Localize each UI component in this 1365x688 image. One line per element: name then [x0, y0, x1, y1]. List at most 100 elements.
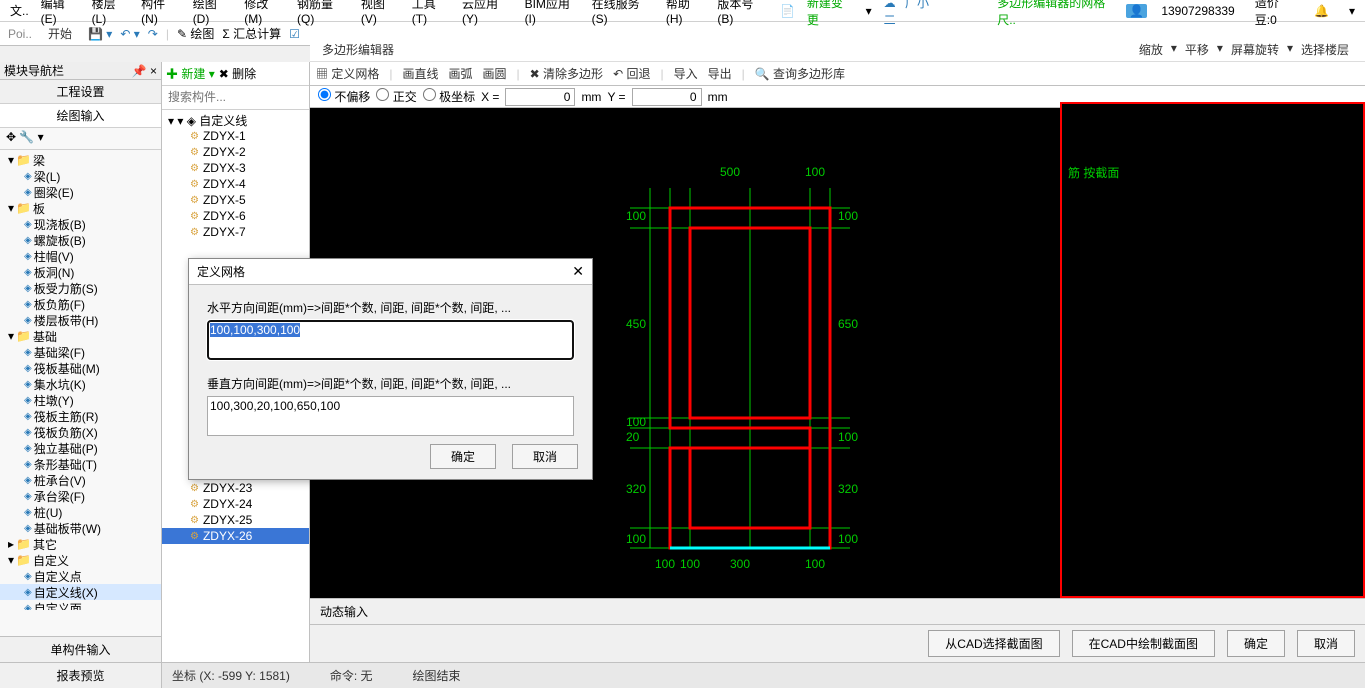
tree-node[interactable]: ▾📁基础: [0, 328, 161, 344]
user-icon[interactable]: 👤: [1126, 4, 1147, 18]
menu-floor[interactable]: 楼层(L): [86, 0, 136, 28]
section-report[interactable]: 报表预览: [0, 662, 161, 688]
list-item[interactable]: ⚙ZDYX-23: [162, 480, 309, 496]
draw-circle-button[interactable]: 画圆: [483, 65, 507, 82]
redo-icon[interactable]: ↷: [148, 27, 158, 41]
tree-node[interactable]: ◈承台梁(F): [0, 488, 161, 504]
close-icon[interactable]: ✕: [572, 263, 584, 280]
component-tree[interactable]: ▾📁梁◈梁(L)◈圈梁(E)▾📁板◈现浇板(B)◈螺旋板(B)◈柱帽(V)◈板洞…: [0, 150, 161, 610]
tree-node[interactable]: ◈圈梁(E): [0, 184, 161, 200]
import-button[interactable]: 导入: [674, 65, 698, 82]
pin-icon[interactable]: 📌 ×: [132, 64, 157, 78]
export-button[interactable]: 导出: [708, 65, 732, 82]
section-draw-input[interactable]: 绘图输入: [0, 104, 161, 128]
list-item[interactable]: ⚙ZDYX-5: [162, 192, 309, 208]
tree-node[interactable]: ◈柱墩(Y): [0, 392, 161, 408]
list-item[interactable]: ⚙ZDYX-3: [162, 160, 309, 176]
y-input[interactable]: [632, 88, 702, 106]
tree-node[interactable]: ◈自定义线(X): [0, 584, 161, 600]
guangxiaoer-icon[interactable]: ☁ 广小二: [878, 0, 952, 30]
section-project[interactable]: 工程设置: [0, 80, 161, 104]
cad-draw-button[interactable]: 在CAD中绘制截面图: [1072, 630, 1215, 657]
back-button[interactable]: ↶ 回退: [613, 65, 650, 82]
list-item[interactable]: ⚙ZDYX-1: [162, 128, 309, 144]
cad-select-button[interactable]: 从CAD选择截面图: [928, 630, 1059, 657]
dialog-cancel-button[interactable]: 取消: [512, 444, 578, 469]
tree-node[interactable]: ▾📁板: [0, 200, 161, 216]
menu-rebar[interactable]: 钢筋量(Q): [291, 0, 355, 28]
sum-icon[interactable]: Σ 汇总计算: [222, 25, 281, 42]
list-item[interactable]: ⚙ZDYX-25: [162, 512, 309, 528]
list-item[interactable]: ⚙ZDYX-4: [162, 176, 309, 192]
tab-start[interactable]: 开始: [40, 23, 80, 44]
section-single-input[interactable]: 单构件输入: [0, 636, 161, 662]
menu-online[interactable]: 在线服务(S): [586, 0, 660, 28]
tree-node[interactable]: ◈筏板负筋(X): [0, 424, 161, 440]
ok-button[interactable]: 确定: [1227, 630, 1285, 657]
tree-node[interactable]: ◈筏板主筋(R): [0, 408, 161, 424]
clear-poly-button[interactable]: ✖ 清除多边形: [530, 65, 603, 82]
undo-icon[interactable]: ↶ ▾: [120, 27, 139, 41]
menu-tools[interactable]: 工具(T): [406, 0, 456, 28]
tree-node[interactable]: ◈独立基础(P): [0, 440, 161, 456]
dynamic-input-bar[interactable]: 动态输入: [310, 598, 1365, 624]
tree-node[interactable]: ◈板负筋(F): [0, 296, 161, 312]
list-item[interactable]: ⚙ZDYX-6: [162, 208, 309, 224]
tree-node[interactable]: ◈板受力筋(S): [0, 280, 161, 296]
menu-draw[interactable]: 绘图(D): [187, 0, 239, 28]
tree-node[interactable]: ◈自定义点: [0, 568, 161, 584]
menu-component[interactable]: 构件(N): [135, 0, 187, 28]
h-spacing-input[interactable]: 100,100,300,100: [207, 320, 574, 360]
v-spacing-input[interactable]: 100,300,20,100,650,100: [207, 396, 574, 436]
new-button[interactable]: ✚ 新建 ▾: [166, 65, 215, 82]
doc-icon[interactable]: 📄: [774, 2, 801, 20]
tree-node[interactable]: ▸📁其它: [0, 536, 161, 552]
radio-ortho[interactable]: 正交: [376, 88, 416, 105]
tree-node[interactable]: ◈桩承台(V): [0, 472, 161, 488]
floor-sel-cmd[interactable]: 选择楼层: [1301, 41, 1349, 58]
menu-view[interactable]: 视图(V): [355, 0, 406, 28]
define-grid-button[interactable]: ▦ 定义网格: [316, 65, 379, 82]
list-item[interactable]: ⚙ZDYX-26: [162, 528, 309, 544]
tree-root[interactable]: ▾ ▾ ◈ 自定义线: [162, 112, 309, 128]
menu-help[interactable]: 帮助(H): [660, 0, 712, 28]
tree-node[interactable]: ◈集水坑(K): [0, 376, 161, 392]
cancel-button[interactable]: 取消: [1297, 630, 1355, 657]
menu-modify[interactable]: 修改(M): [238, 0, 291, 28]
list-item[interactable]: ⚙ZDYX-2: [162, 144, 309, 160]
draw-icon[interactable]: ✎ 绘图: [177, 25, 214, 42]
draw-arc-button[interactable]: 画弧: [449, 65, 473, 82]
tree-node[interactable]: ◈基础梁(F): [0, 344, 161, 360]
tree-node[interactable]: ◈自定义面: [0, 600, 161, 610]
draw-line-button[interactable]: 画直线: [402, 65, 438, 82]
tree-node[interactable]: ◈桩(U): [0, 504, 161, 520]
menu-bim[interactable]: BIM应用(I): [519, 0, 586, 28]
zoom-cmd[interactable]: 缩放: [1139, 41, 1163, 58]
tree-node[interactable]: ◈梁(L): [0, 168, 161, 184]
radio-polar[interactable]: 极坐标: [423, 88, 475, 105]
menu-cloud[interactable]: 云应用(Y): [456, 0, 519, 28]
dialog-ok-button[interactable]: 确定: [430, 444, 496, 469]
menu-file[interactable]: 文..: [4, 0, 35, 21]
bell-icon[interactable]: 🔔: [1308, 2, 1335, 20]
save-icon[interactable]: 💾 ▾: [88, 27, 112, 41]
rotate-cmd[interactable]: 屏幕旋转: [1231, 41, 1279, 58]
tree-node[interactable]: ◈板洞(N): [0, 264, 161, 280]
tree-node[interactable]: ▾📁自定义: [0, 552, 161, 568]
menu-version[interactable]: 版本号(B): [711, 0, 774, 28]
tree-node[interactable]: ◈筏板基础(M): [0, 360, 161, 376]
new-change-button[interactable]: 新建变更: [801, 0, 860, 30]
list-item[interactable]: ⚙ZDYX-7: [162, 224, 309, 240]
tree-node[interactable]: ◈基础板带(W): [0, 520, 161, 536]
tree-node[interactable]: ◈柱帽(V): [0, 248, 161, 264]
check-icon[interactable]: ☑: [289, 27, 300, 41]
pan-cmd[interactable]: 平移: [1185, 41, 1209, 58]
tree-node[interactable]: ◈螺旋板(B): [0, 232, 161, 248]
radio-no-offset[interactable]: 不偏移: [318, 88, 370, 105]
delete-button[interactable]: ✖ 删除: [219, 65, 256, 82]
search-input[interactable]: [162, 86, 309, 108]
tree-node[interactable]: ◈条形基础(T): [0, 456, 161, 472]
dropdown-icon[interactable]: ▾: [1343, 2, 1361, 20]
tree-node[interactable]: ◈楼层板带(H): [0, 312, 161, 328]
tree-node[interactable]: ◈现浇板(B): [0, 216, 161, 232]
